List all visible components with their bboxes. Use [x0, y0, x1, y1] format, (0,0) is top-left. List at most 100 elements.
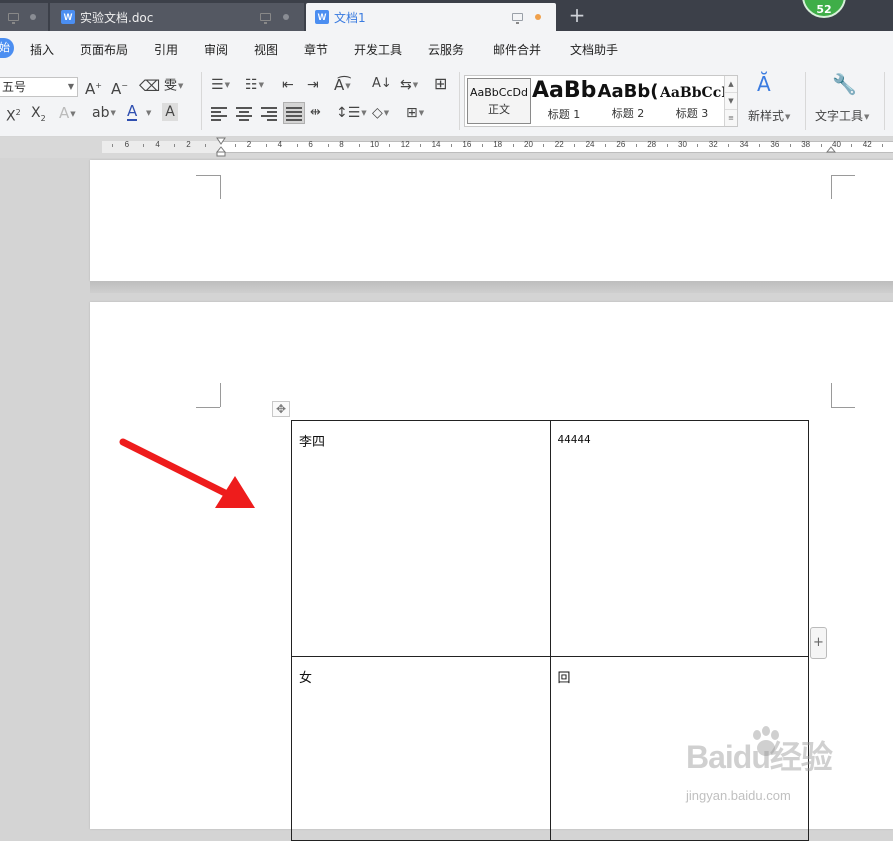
style-heading-3[interactable]: AaBbCcI 标题 3: [660, 78, 724, 124]
ruler-tick: [635, 144, 637, 147]
ruler-number: 10: [370, 140, 379, 149]
align-center-icon[interactable]: [236, 107, 252, 121]
table-move-handle[interactable]: ✥: [272, 401, 290, 417]
menu-mail-merge[interactable]: 邮件合并: [493, 41, 541, 58]
distributed-align-icon[interactable]: ⇹: [310, 104, 321, 122]
close-dot-icon[interactable]: [283, 14, 289, 20]
expand-gallery-icon[interactable]: ≡: [725, 110, 737, 126]
page-1[interactable]: [90, 160, 893, 281]
ruler-tick: [297, 144, 298, 147]
ruler-tick: [173, 144, 175, 147]
ruler-number: 16: [462, 140, 472, 149]
menu-cloud[interactable]: 云服务: [428, 41, 464, 58]
new-tab-button[interactable]: +: [566, 4, 588, 26]
menu-developer[interactable]: 开发工具: [354, 41, 402, 58]
wrench-icon[interactable]: 🔧: [832, 74, 857, 94]
chevron-up-icon[interactable]: ▲: [725, 76, 737, 93]
ruler-tick: [327, 144, 329, 147]
tab-partial[interactable]: [0, 3, 48, 31]
bullet-list-icon[interactable]: ☰▼: [211, 76, 230, 94]
ruler-number: 20: [524, 140, 533, 149]
ruler-number: 6: [308, 140, 313, 149]
style-normal[interactable]: AaBbCcDd 正文: [467, 78, 531, 124]
watermark-url: jingyan.baidu.com: [686, 788, 791, 803]
tab-document-1[interactable]: W 文档1: [306, 3, 556, 31]
text-effect-icon[interactable]: A▼: [59, 104, 76, 123]
menu-review[interactable]: 审阅: [204, 41, 228, 58]
ruler-tick: [143, 144, 144, 147]
add-column-button[interactable]: +: [810, 627, 827, 659]
page-gap: [90, 281, 893, 293]
ruler-number: 30: [678, 140, 687, 149]
align-left-icon[interactable]: [211, 107, 227, 121]
menu-bar: 始 插入 页面布局 引用 审阅 视图 章节 开发工具 云服务 邮件合并 文档助手: [0, 31, 893, 67]
style-heading-2[interactable]: AaBb( 标题 2: [596, 78, 660, 124]
crop-mark: [196, 383, 221, 407]
increase-indent-icon[interactable]: ⇥: [307, 76, 319, 94]
new-style-icon[interactable]: Ă: [757, 74, 771, 94]
line-spacing-icon[interactable]: ↕☰▼: [336, 104, 367, 122]
table-cell[interactable]: 李四: [291, 420, 551, 657]
menu-references[interactable]: 引用: [154, 41, 178, 58]
menu-view[interactable]: 视图: [254, 41, 278, 58]
monitor-icon[interactable]: [260, 13, 271, 24]
align-right-icon[interactable]: [261, 107, 277, 121]
crop-mark: [196, 175, 221, 199]
menu-section[interactable]: 章节: [304, 41, 328, 58]
text-direction-icon[interactable]: A͡▼: [334, 76, 351, 95]
ruler-tick: [574, 144, 576, 147]
ruler-number: 32: [708, 140, 718, 149]
pinyin-guide-icon[interactable]: 雯▼: [164, 77, 183, 96]
menu-start-button[interactable]: 始: [0, 38, 14, 58]
font-color-icon[interactable]: A: [127, 103, 138, 121]
style-gallery: AaBbCcDd 正文 AaBb 标题 1 AaBb( 标题 2 AaBbCcI…: [464, 75, 738, 127]
ruler-tick: [728, 144, 730, 147]
close-dot-icon[interactable]: [30, 14, 36, 20]
unsaved-dot-icon[interactable]: [535, 14, 541, 20]
sort-icon[interactable]: A↓: [372, 75, 392, 93]
indent-marker-icon[interactable]: [216, 137, 226, 157]
justify-button[interactable]: [283, 102, 305, 124]
grow-font-icon[interactable]: A+: [85, 77, 102, 98]
ruler-number: 4: [277, 140, 283, 149]
crop-mark: [831, 175, 856, 199]
highlight-icon[interactable]: ab▼: [92, 104, 116, 122]
style-name: 标题 3: [675, 107, 709, 120]
borders-icon[interactable]: ⊞▼: [406, 104, 424, 122]
chevron-down-icon[interactable]: ▼: [725, 93, 737, 110]
style-heading-1[interactable]: AaBb 标题 1: [532, 78, 596, 124]
word-doc-icon: W: [61, 10, 75, 24]
table-cell[interactable]: 女: [291, 656, 551, 841]
monitor-icon[interactable]: [8, 13, 19, 24]
text-tools-button[interactable]: 文字工具▼: [815, 107, 869, 126]
word-doc-icon: W: [315, 10, 329, 24]
shrink-font-icon[interactable]: A−: [111, 77, 128, 98]
menu-page-layout[interactable]: 页面布局: [80, 41, 128, 58]
ruler-number: 34: [739, 140, 749, 149]
menu-insert[interactable]: 插入: [30, 41, 54, 58]
ruler-margin-left: [102, 141, 220, 153]
numbered-list-icon[interactable]: ☷▼: [245, 76, 264, 94]
right-indent-marker-icon[interactable]: [826, 139, 836, 155]
table-cell[interactable]: 44444: [549, 420, 809, 657]
chevron-down-icon: ▼: [67, 82, 74, 91]
font-size-select[interactable]: 五号 ▼: [0, 77, 78, 97]
new-style-button[interactable]: 新样式▼: [748, 107, 790, 126]
tab-document-experiment[interactable]: W 实验文档.doc: [50, 3, 304, 31]
baidu-watermark: Baidu经验 jingyan.baidu.com: [686, 726, 886, 806]
char-shading-icon[interactable]: A: [162, 103, 178, 121]
style-sample: AaBb: [532, 78, 596, 103]
monitor-icon[interactable]: [512, 13, 523, 24]
paragraph-shading-icon[interactable]: ◇▼: [372, 104, 389, 122]
superscript-icon[interactable]: X2: [6, 104, 21, 126]
horizontal-ruler[interactable]: 6 4 2 2 4 6 8 10 12 14 16 18 20 22 24 26 28 30 32 34 36 38 40 4…: [0, 137, 893, 158]
subscript-icon[interactable]: X2: [31, 104, 46, 128]
ruler-number: 22: [554, 140, 564, 149]
gallery-scroll[interactable]: ▲ ▼ ≡: [724, 76, 737, 126]
ruler-number: 6: [124, 140, 130, 149]
table-layout-icon[interactable]: ⊞: [434, 75, 447, 93]
eraser-icon[interactable]: ⌫: [139, 77, 160, 95]
menu-doc-helper[interactable]: 文档助手: [570, 41, 618, 58]
show-marks-icon[interactable]: ⇆▼: [400, 76, 418, 94]
decrease-indent-icon[interactable]: ⇤: [282, 76, 294, 94]
